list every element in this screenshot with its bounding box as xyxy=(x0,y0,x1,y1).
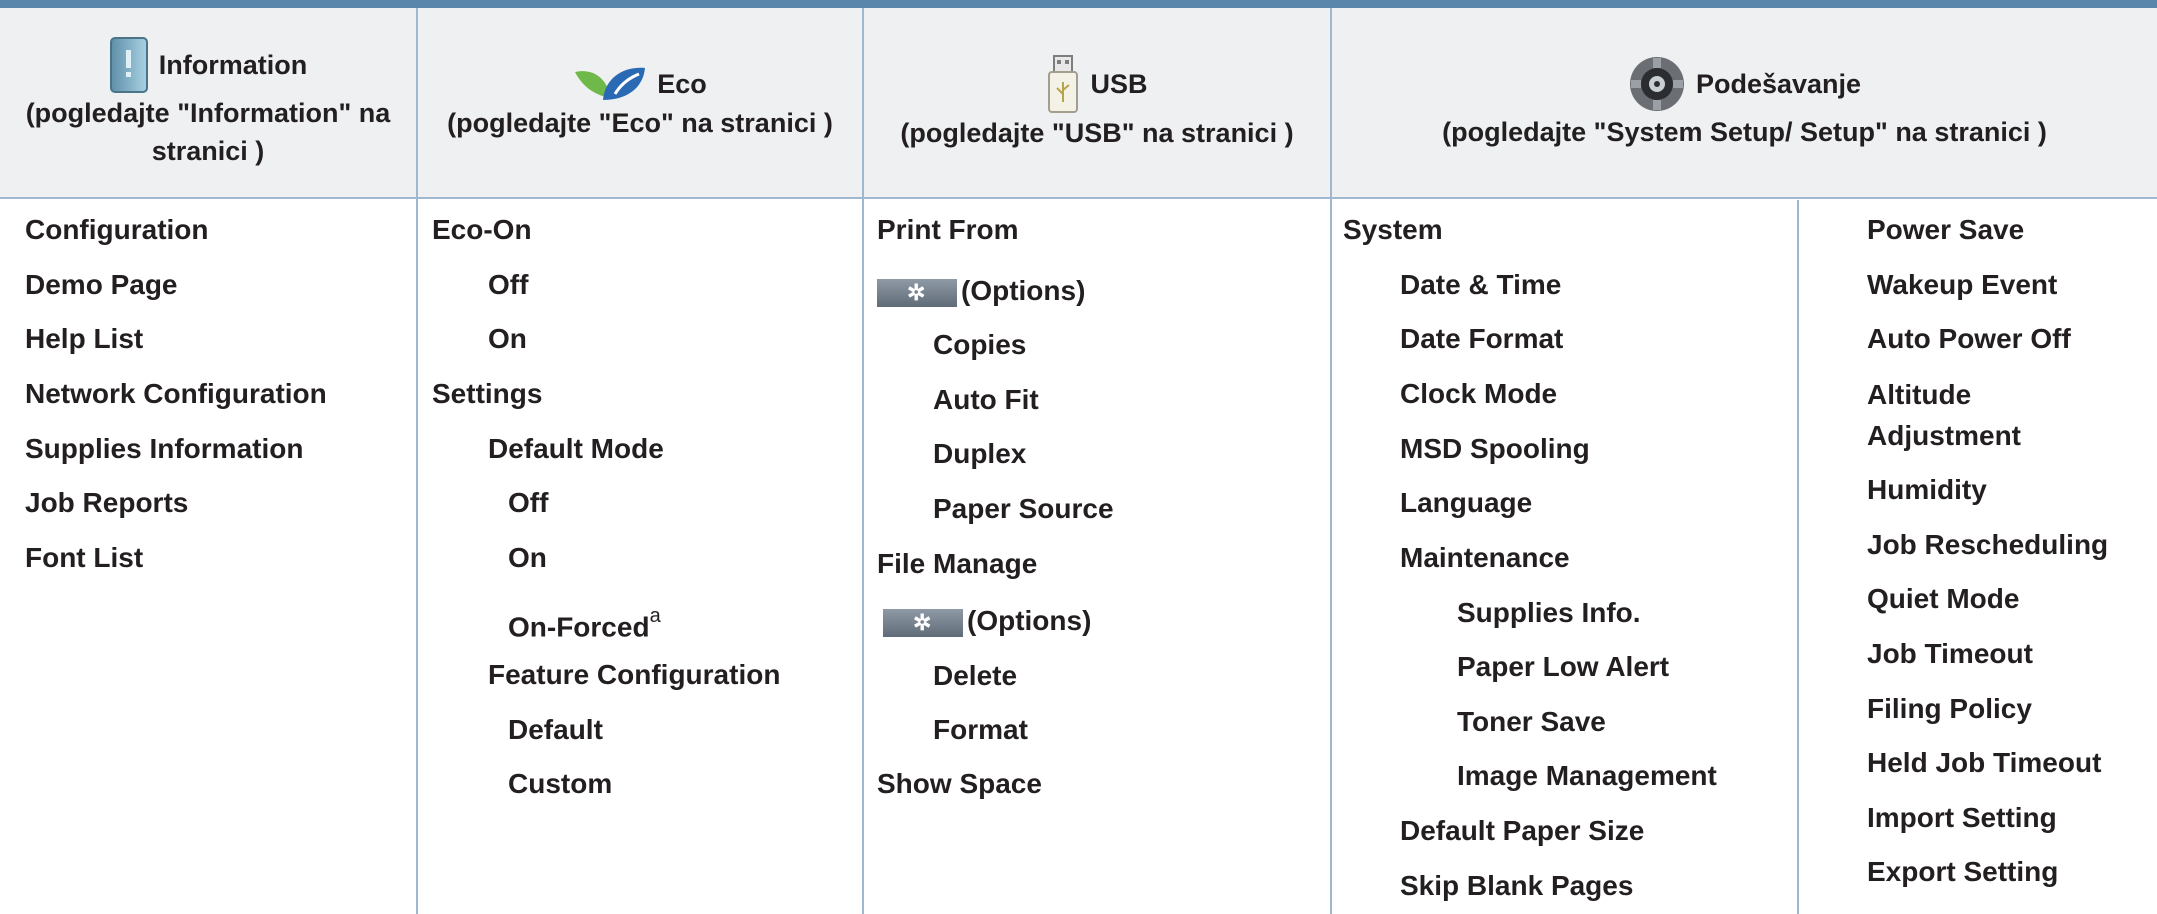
menu-item-help-list: Help List xyxy=(25,323,144,354)
information-book-icon xyxy=(109,37,148,93)
menu-item-delete: Delete xyxy=(933,660,1018,691)
header-information-reference: (pogledajte "Information" na stranici ) xyxy=(25,98,391,166)
menu-item-custom: Custom xyxy=(508,768,613,799)
footnote-marker: a xyxy=(649,605,661,627)
eco-leaf-icon xyxy=(575,67,646,100)
header-setup-reference: (pogledajte "System Setup/ Setup" na str… xyxy=(1442,117,2047,147)
menu-item-job-rescheduling: Job Rescheduling xyxy=(1867,529,2109,560)
menu-item-copies: Copies xyxy=(933,329,1027,360)
header-eco: Eco (pogledajte "Eco" na stranici ) xyxy=(418,8,862,198)
menu-item-paper-source: Paper Source xyxy=(933,493,1114,524)
menu-item-auto-fit: Auto Fit xyxy=(933,384,1039,415)
menu-item-eco-off: Off xyxy=(488,269,529,300)
menu-item-skip-blank-pages: Skip Blank Pages xyxy=(1400,870,1634,901)
menu-item-job-timeout: Job Timeout xyxy=(1867,638,2033,669)
menu-item-font-list: Font List xyxy=(25,542,144,573)
header-usb-title: USB xyxy=(1090,69,1148,99)
menu-item-paper-low-alert: Paper Low Alert xyxy=(1457,651,1670,682)
header-eco-title: Eco xyxy=(657,69,707,99)
menu-item-clock-mode: Clock Mode xyxy=(1400,378,1558,409)
menu-item-default: Default xyxy=(508,714,603,745)
usb-drive-icon xyxy=(1048,55,1079,113)
menu-item-date-format: Date Format xyxy=(1400,323,1564,354)
column-divider xyxy=(1797,200,1799,914)
header-setup-title: Podešavanje xyxy=(1695,69,1862,99)
top-bar xyxy=(0,0,2157,8)
header-usb-reference: (pogledajte "USB" na stranici ) xyxy=(900,118,1294,148)
header-information-title: Information xyxy=(158,50,308,80)
gear-icon xyxy=(1629,57,1684,111)
header-usb: USB (pogledajte "USB" na stranici ) xyxy=(864,8,1330,198)
menu-item-file-options: ✲ (Options) xyxy=(883,604,1091,638)
header-eco-reference: (pogledajte "Eco" na stranici ) xyxy=(447,108,833,138)
menu-item-date-time: Date & Time xyxy=(1400,269,1562,300)
menu-item-humidity: Humidity xyxy=(1867,474,1987,505)
menu-item-demo-page: Demo Page xyxy=(25,269,178,300)
menu-item-network-configuration: Network Configuration xyxy=(25,378,327,409)
menu-item-on-forced: On-Forceda xyxy=(508,603,661,644)
menu-item-feature-configuration: Feature Configuration xyxy=(488,659,781,690)
menu-item-file-manage: File Manage xyxy=(877,548,1038,579)
menu-item-on-forced-label: On-Forced xyxy=(508,611,650,643)
menu-item-image-management: Image Management xyxy=(1457,760,1717,791)
menu-item-altitude-adjustment: Altitude Adjustment xyxy=(1867,379,2021,451)
menu-item-quiet-mode: Quiet Mode xyxy=(1867,583,2020,614)
menu-item-eco-on: Eco-On xyxy=(432,214,532,245)
menu-item-supplies-information: Supplies Information xyxy=(25,433,304,464)
menu-item-msd-spooling: MSD Spooling xyxy=(1400,433,1590,464)
menu-item-format: Format xyxy=(933,714,1028,745)
menu-item-print-options: ✲ (Options) xyxy=(877,274,1085,308)
menu-item-file-options-label: (Options) xyxy=(967,605,1092,636)
menu-item-language: Language xyxy=(1400,487,1533,518)
menu-item-print-from: Print From xyxy=(877,214,1019,245)
header-information: Information (pogledajte "Information" na… xyxy=(0,8,416,198)
menu-item-system: System xyxy=(1343,214,1443,245)
menu-item-supplies-info: Supplies Info. xyxy=(1457,597,1641,628)
options-button: ✲ xyxy=(883,608,963,637)
menu-item-maintenance: Maintenance xyxy=(1400,542,1570,573)
menu-item-configuration: Configuration xyxy=(25,214,209,245)
menu-item-import-setting: Import Setting xyxy=(1867,802,2057,833)
menu-item-mode-off: Off xyxy=(508,487,549,518)
menu-item-export-setting: Export Setting xyxy=(1867,856,2059,887)
menu-item-eco-on-option: On xyxy=(488,323,527,354)
options-gear-icon: ✲ xyxy=(913,609,932,635)
menu-item-mode-on: On xyxy=(508,542,547,573)
menu-item-filing-policy: Filing Policy xyxy=(1867,693,2032,724)
menu-item-show-space: Show Space xyxy=(877,768,1042,799)
menu-item-duplex: Duplex xyxy=(933,438,1027,469)
menu-item-wakeup-event: Wakeup Event xyxy=(1867,269,2058,300)
menu-item-default-paper-size: Default Paper Size xyxy=(1400,815,1645,846)
menu-item-toner-save: Toner Save xyxy=(1457,706,1606,737)
menu-item-print-options-label: (Options) xyxy=(961,275,1086,306)
menu-item-power-save: Power Save xyxy=(1867,214,2025,245)
options-button: ✲ xyxy=(877,278,957,307)
header-setup: Podešavanje (pogledajte "System Setup/ S… xyxy=(1332,8,2157,198)
menu-item-held-job-timeout: Held Job Timeout xyxy=(1867,747,2102,778)
menu-item-default-mode: Default Mode xyxy=(488,433,664,464)
options-gear-icon: ✲ xyxy=(907,279,926,305)
menu-item-job-reports: Job Reports xyxy=(25,487,189,518)
menu-item-auto-power-off: Auto Power Off xyxy=(1867,323,2071,354)
menu-item-settings: Settings xyxy=(432,378,543,409)
